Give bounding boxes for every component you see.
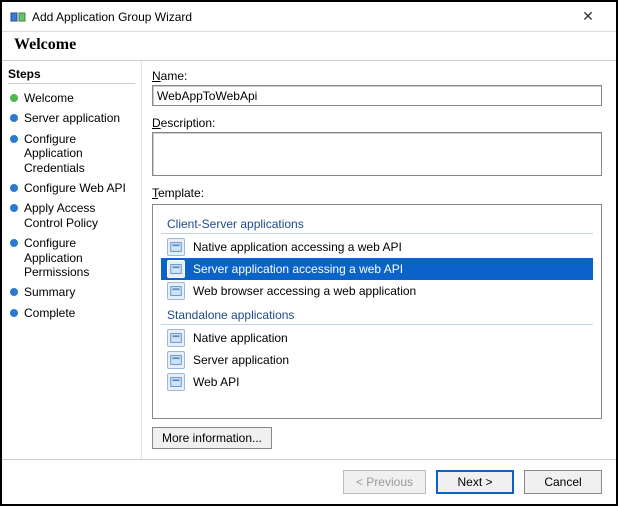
wizard-body: Steps Welcome Server application Configure… <box>2 61 616 459</box>
template-label: Template: <box>152 186 602 200</box>
step-item[interactable]: Configure Web API <box>8 178 135 198</box>
previous-button[interactable]: < Previous <box>343 470 426 494</box>
template-listbox[interactable]: Client-Server applications Native applic… <box>152 204 602 419</box>
description-label: Description: <box>152 116 602 130</box>
name-label: Name: <box>152 69 602 83</box>
native-app-icon <box>167 329 185 347</box>
template-item-label: Web API <box>193 375 239 389</box>
app-icon <box>10 9 26 25</box>
template-item[interactable]: Server application accessing a web API <box>161 258 593 280</box>
native-web-api-icon <box>167 238 185 256</box>
template-item[interactable]: Web browser accessing a web application <box>161 280 593 302</box>
steps-sidebar: Steps Welcome Server application Configure… <box>2 61 142 459</box>
step-label: Summary <box>24 285 75 299</box>
step-item[interactable]: Configure Application Permissions <box>8 233 135 282</box>
window-title: Add Application Group Wizard <box>32 10 568 24</box>
template-group-standalone: Standalone applications <box>161 306 593 325</box>
step-bullet-icon <box>10 135 18 143</box>
step-item[interactable]: Server application <box>8 108 135 128</box>
server-web-api-icon <box>167 260 185 278</box>
wizard-header: Welcome <box>2 32 616 61</box>
step-item[interactable]: Complete <box>8 303 135 323</box>
template-item-label: Web browser accessing a web application <box>193 284 416 298</box>
main-panel: Name: Description: Template: Client-Serv… <box>142 61 616 459</box>
step-label: Welcome <box>24 91 74 105</box>
step-bullet-icon <box>10 239 18 247</box>
step-item[interactable]: Apply Access Control Policy <box>8 198 135 233</box>
next-button[interactable]: Next > <box>436 470 514 494</box>
browser-web-app-icon <box>167 282 185 300</box>
template-item[interactable]: Native application accessing a web API <box>161 236 593 258</box>
template-item-label: Server application accessing a web API <box>193 262 403 276</box>
step-item[interactable]: Configure Application Credentials <box>8 129 135 178</box>
steps-heading: Steps <box>8 67 135 84</box>
cancel-button[interactable]: Cancel <box>524 470 602 494</box>
description-input[interactable] <box>152 132 602 176</box>
wizard-window: Add Application Group Wizard ✕ Welcome S… <box>0 0 618 506</box>
step-label: Server application <box>24 111 120 125</box>
template-item-label: Server application <box>193 353 289 367</box>
step-bullet-icon <box>10 288 18 296</box>
step-label: Configure Application Credentials <box>24 132 133 175</box>
step-bullet-icon <box>10 184 18 192</box>
wizard-footer: < Previous Next > Cancel <box>2 459 616 504</box>
step-label: Apply Access Control Policy <box>24 201 133 230</box>
step-item[interactable]: Summary <box>8 282 135 302</box>
step-bullet-icon <box>10 204 18 212</box>
template-item[interactable]: Web API <box>161 371 593 393</box>
template-item-label: Native application accessing a web API <box>193 240 402 254</box>
template-item[interactable]: Native application <box>161 327 593 349</box>
more-information-button[interactable]: More information... <box>152 427 272 449</box>
template-item[interactable]: Server application <box>161 349 593 371</box>
server-app-icon <box>167 351 185 369</box>
web-api-icon <box>167 373 185 391</box>
step-label: Configure Application Permissions <box>24 236 133 279</box>
step-bullet-icon <box>10 114 18 122</box>
page-title: Welcome <box>14 36 604 54</box>
template-item-label: Native application <box>193 331 288 345</box>
step-item[interactable]: Welcome <box>8 88 135 108</box>
step-bullet-current-icon <box>10 94 18 102</box>
template-group-client-server: Client-Server applications <box>161 215 593 234</box>
step-label: Complete <box>24 306 75 320</box>
name-input[interactable] <box>152 85 602 106</box>
step-bullet-icon <box>10 309 18 317</box>
step-label: Configure Web API <box>24 181 126 195</box>
close-button[interactable]: ✕ <box>568 8 608 25</box>
titlebar: Add Application Group Wizard ✕ <box>2 2 616 32</box>
